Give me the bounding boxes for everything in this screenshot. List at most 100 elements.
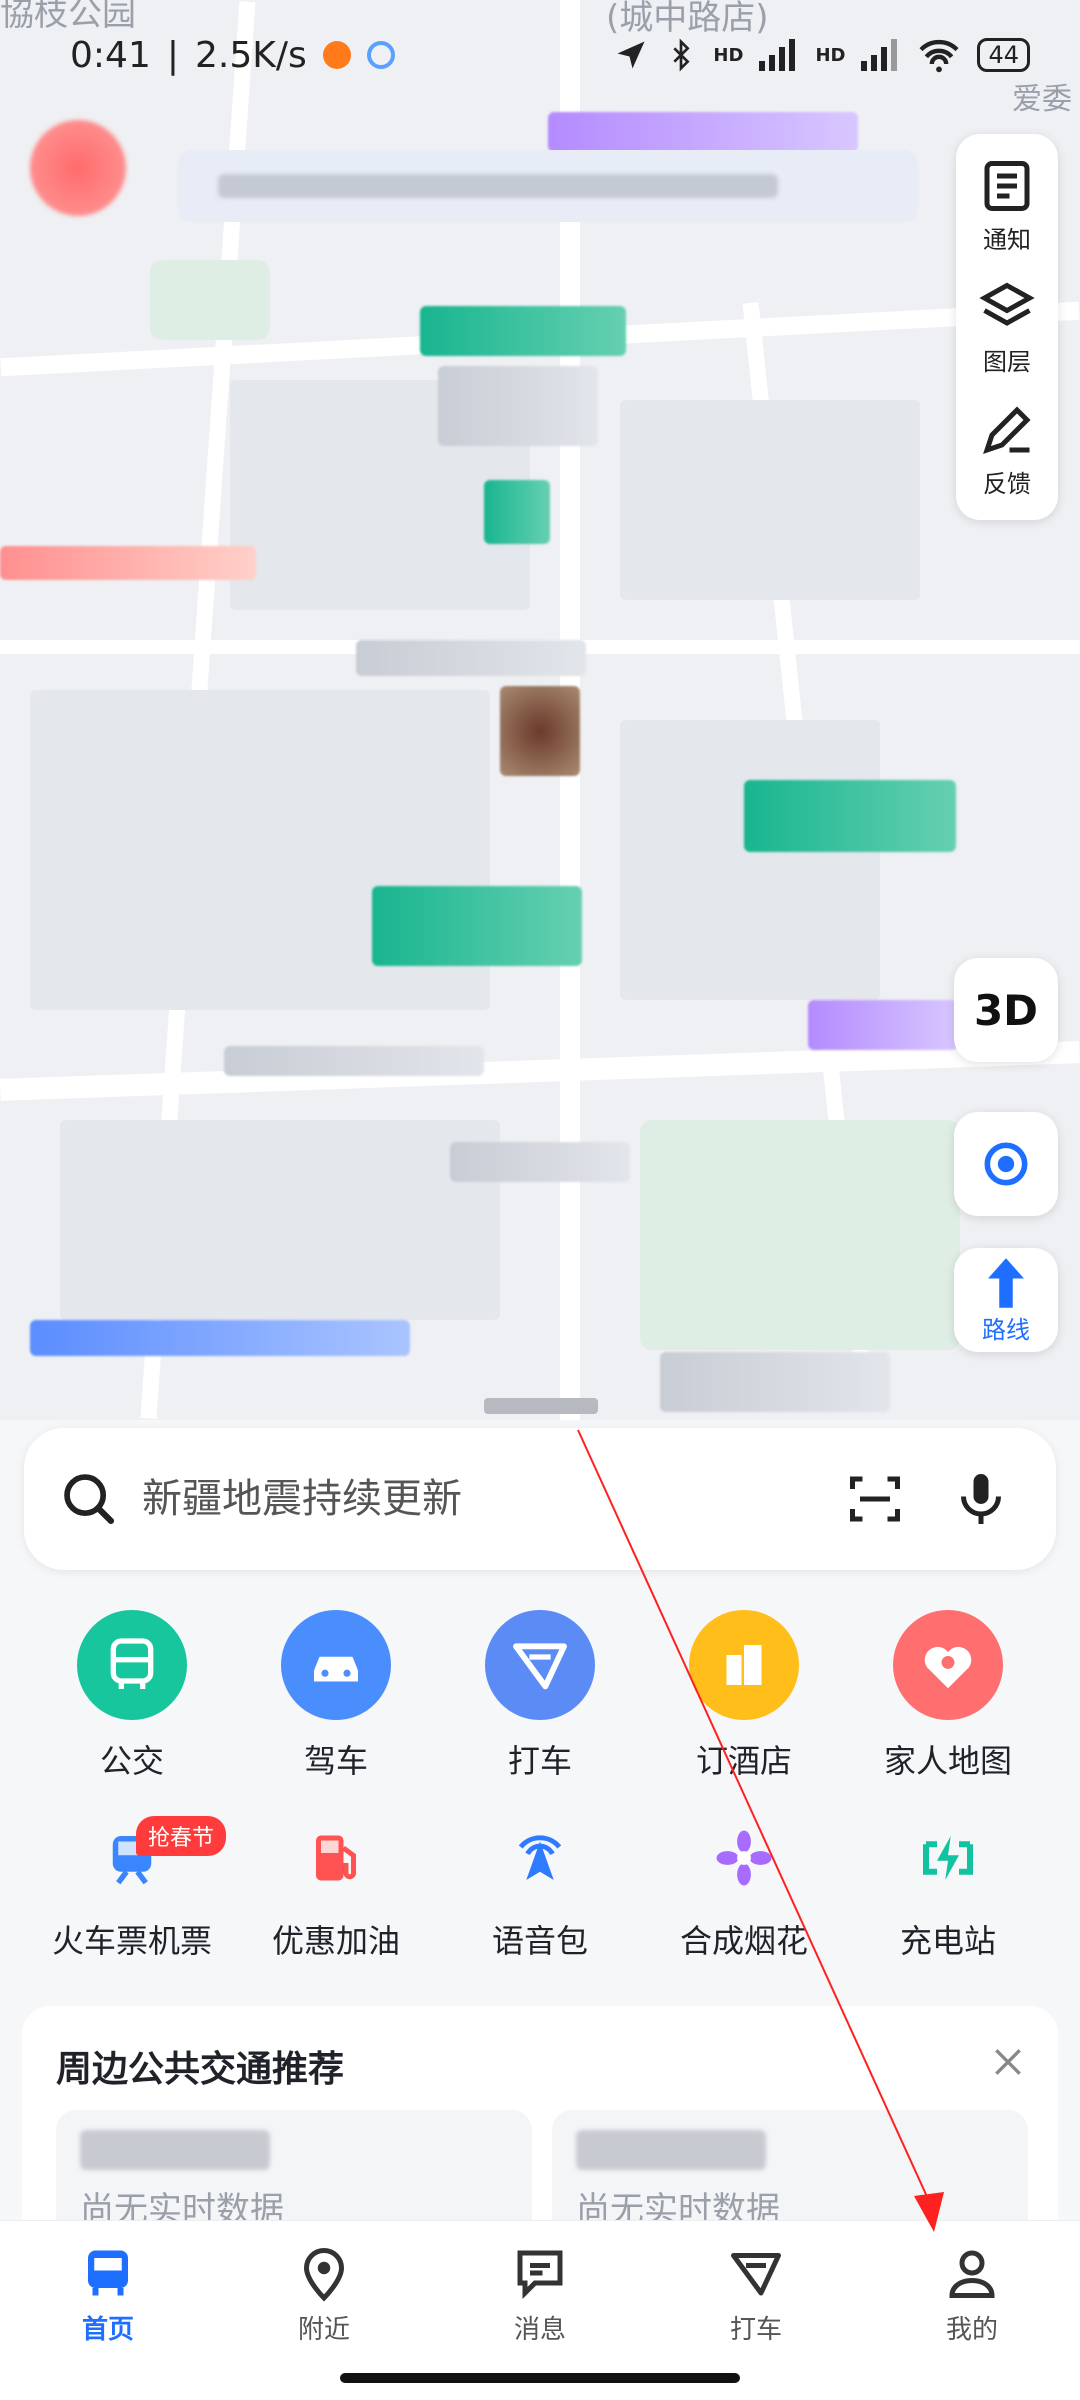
locate-icon (984, 1142, 1028, 1186)
nav-label: 打车 (729, 2315, 782, 2345)
service-label: 充电站 (899, 1922, 996, 1960)
nav-label: 消息 (513, 2315, 566, 2345)
notice-label: 通知 (983, 225, 1031, 254)
service-label: 优惠加油 (271, 1922, 400, 1960)
route-button[interactable]: 路线 (954, 1248, 1058, 1352)
promo-badge: 抢春节 (136, 1816, 227, 1856)
3d-toggle-button[interactable]: 3D (954, 958, 1058, 1062)
bluetooth-icon (673, 38, 690, 72)
map-park (640, 1120, 960, 1350)
nav-home[interactable]: 首页 (8, 2243, 208, 2400)
service-fireworks[interactable]: 合成烟花 (644, 1818, 844, 1962)
voice-search-button[interactable] (946, 1464, 1016, 1534)
map-scale-bar (484, 1398, 598, 1414)
service-voice-pack[interactable]: 语音包 (440, 1818, 640, 1962)
route-arrow-icon (988, 1257, 1024, 1308)
notice-icon (984, 160, 1030, 211)
nav-label: 附近 (297, 2315, 350, 2345)
card-title: 周边公共交通推荐 (56, 2049, 345, 2090)
service-label: 火车票机票 (51, 1922, 212, 1960)
map-poi[interactable] (224, 1046, 484, 1076)
map-poi[interactable] (808, 1000, 958, 1050)
status-divider: | (166, 34, 179, 76)
feedback-button[interactable]: 反馈 (977, 400, 1037, 499)
layers-icon (979, 282, 1035, 326)
location-pin-icon (303, 2248, 345, 2302)
locate-button[interactable] (954, 1112, 1058, 1216)
status-bar: 0:41 | 2.5K/s HD HD 44 (0, 0, 1080, 110)
search-input[interactable] (142, 1476, 804, 1522)
network-type-label: HD (713, 44, 744, 66)
close-icon[interactable] (988, 2042, 1028, 2082)
station-name-redacted (80, 2130, 270, 2170)
nav-label: 我的 (945, 2315, 998, 2345)
user-location-marker[interactable] (500, 686, 580, 776)
feedback-label: 反馈 (983, 469, 1031, 498)
station-name-redacted (576, 2130, 766, 2170)
map-poi[interactable] (660, 1352, 890, 1412)
nav-label: 首页 (81, 2315, 134, 2345)
battery-icon: 44 (977, 38, 1030, 72)
status-time: 0:41 (70, 34, 151, 76)
quick-action-label: 打车 (507, 1742, 572, 1780)
map-poi[interactable] (548, 112, 858, 152)
map-poi[interactable] (30, 1320, 410, 1356)
location-arrow-icon (617, 41, 645, 69)
quick-action-label: 公交 (99, 1742, 164, 1780)
route-label: 路线 (982, 1315, 1030, 1344)
scan-button[interactable] (840, 1464, 910, 1534)
map-poi[interactable] (450, 1142, 630, 1182)
map-poi[interactable] (438, 366, 598, 446)
taxi-nav-icon (731, 2253, 781, 2296)
layers-button[interactable]: 图层 (977, 278, 1037, 377)
voice-pack-icon (500, 1818, 580, 1898)
firework-icon (704, 1818, 784, 1898)
map-block (60, 1120, 500, 1320)
map-road (0, 1041, 1080, 1101)
sync-icon (366, 41, 395, 69)
map-poi[interactable] (484, 480, 550, 544)
microphone-icon (961, 1474, 1001, 1524)
quick-action-bus[interactable]: 公交 (32, 1610, 232, 1782)
map-poi[interactable] (744, 780, 956, 852)
fuel-icon (296, 1818, 376, 1898)
user-avatar[interactable] (30, 120, 126, 216)
map-poi[interactable] (356, 640, 586, 676)
signal-icon (861, 39, 898, 71)
family-map-icon (893, 1610, 1003, 1720)
home-indicator[interactable] (340, 2373, 740, 2383)
quick-action-family-map[interactable]: 家人地图 (848, 1610, 1048, 1782)
profile-icon (949, 2250, 995, 2298)
quick-action-label: 订酒店 (695, 1742, 792, 1780)
quick-action-label: 驾车 (303, 1742, 368, 1780)
taxi-icon (485, 1610, 595, 1720)
notice-button[interactable]: 通知 (977, 156, 1037, 255)
map-poi[interactable] (420, 306, 626, 356)
banner-text-redacted (218, 174, 778, 198)
layers-label: 图层 (983, 347, 1031, 376)
map-poi[interactable] (372, 886, 582, 966)
network-type-label: HD (815, 44, 846, 66)
quick-action-hotel[interactable]: 订酒店 (644, 1610, 844, 1782)
charging-icon (908, 1818, 988, 1898)
map-view[interactable]: 協枝公园 (城中路店) 爱委 0:41 | 2.5K/s HD HD 44 通知… (0, 0, 1080, 1420)
quick-action-drive[interactable]: 驾车 (236, 1610, 436, 1782)
scan-icon (850, 1476, 900, 1522)
service-train-ticket[interactable]: 抢春节 火车票机票 (32, 1816, 232, 1962)
map-poi[interactable] (0, 546, 256, 580)
services-row: 抢春节 火车票机票 优惠加油 语音包 合成烟花 充电站 (0, 1816, 1080, 1962)
home-bus-icon (88, 2250, 128, 2296)
message-icon (517, 2250, 563, 2300)
top-info-banner[interactable] (178, 150, 918, 222)
search-icon (64, 1474, 115, 1525)
map-tools-panel: 通知 图层 反馈 (956, 134, 1058, 520)
status-speed: 2.5K/s (194, 34, 307, 76)
search-bar[interactable] (24, 1428, 1056, 1570)
quick-action-taxi[interactable]: 打车 (440, 1610, 640, 1782)
nav-profile[interactable]: 我的 (872, 2243, 1072, 2400)
service-charging[interactable]: 充电站 (848, 1818, 1048, 1962)
wifi-icon (919, 39, 959, 73)
service-fuel[interactable]: 优惠加油 (236, 1818, 436, 1962)
car-icon (281, 1610, 391, 1720)
quick-action-label: 家人地图 (883, 1742, 1012, 1780)
